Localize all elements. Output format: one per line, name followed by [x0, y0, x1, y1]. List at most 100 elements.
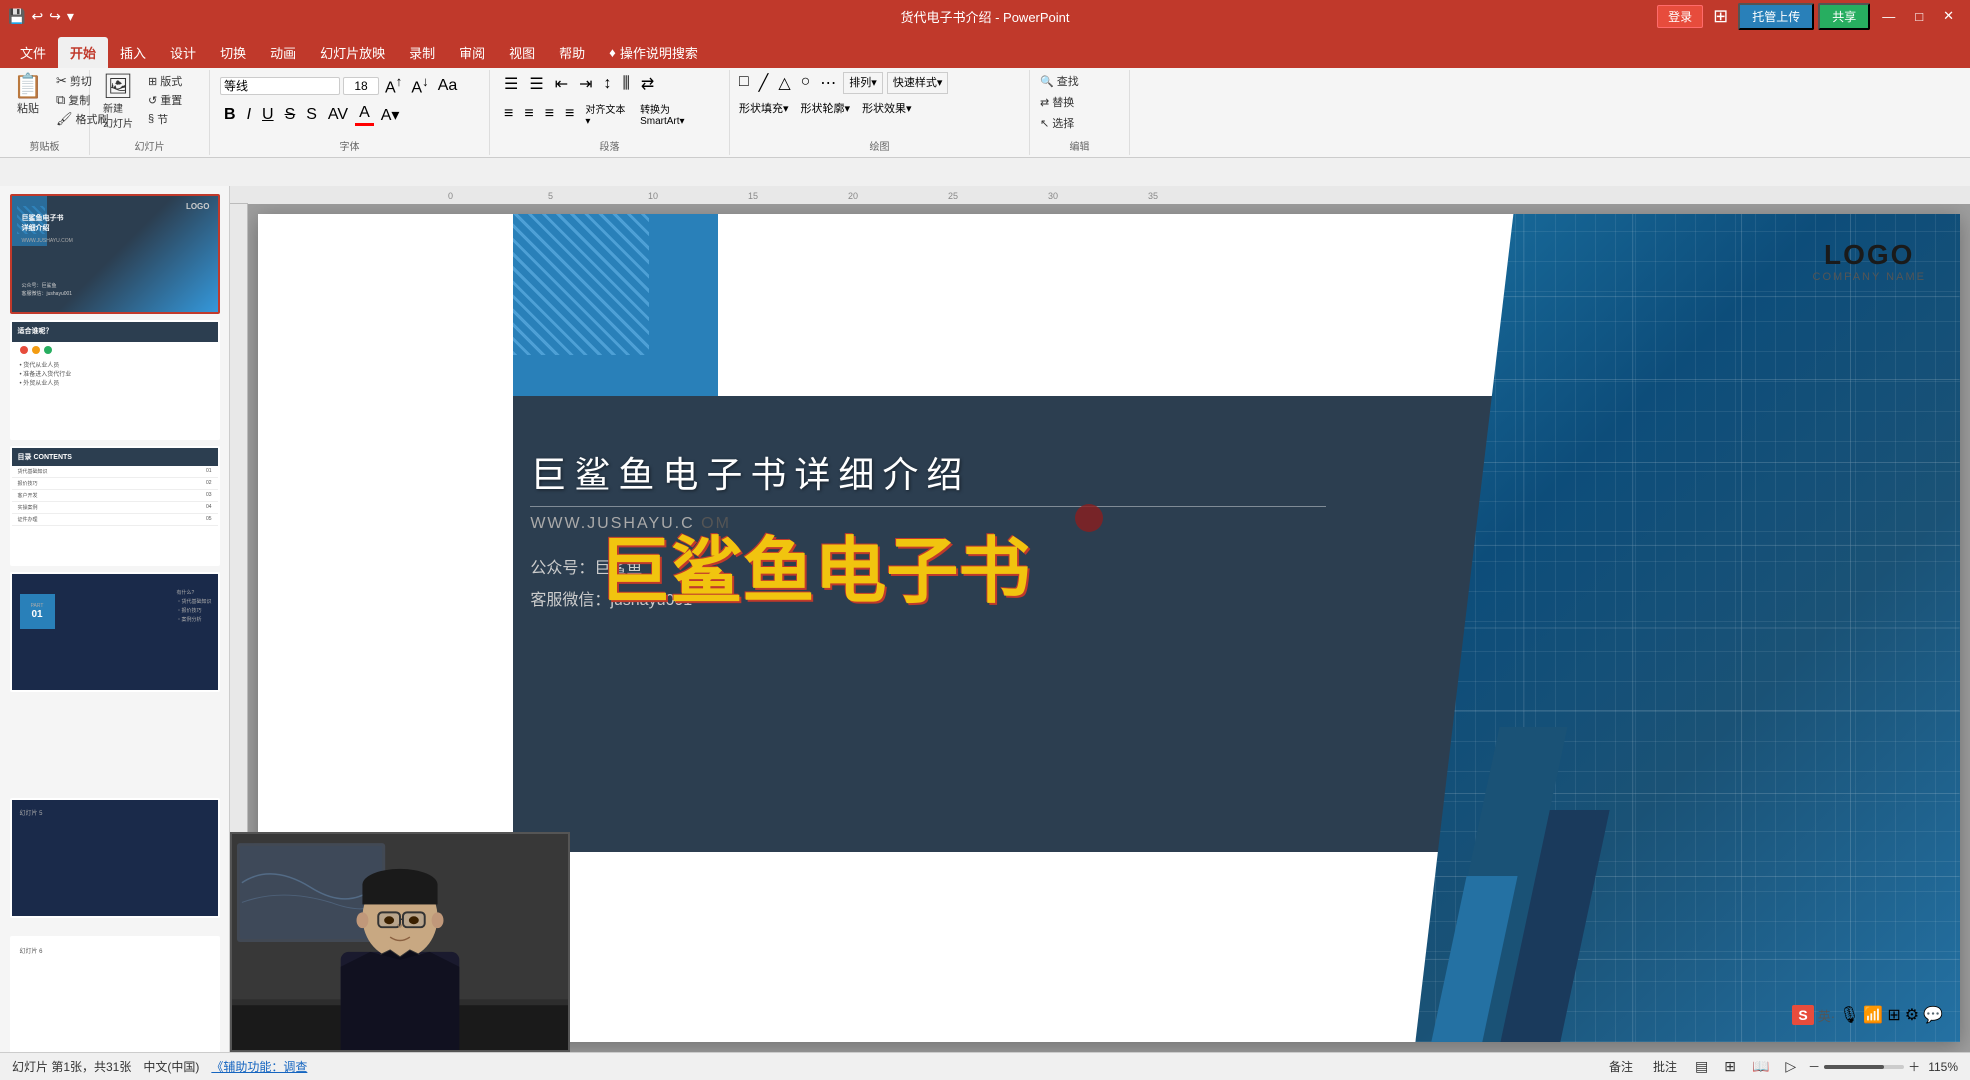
align-right-button[interactable]: ≡ — [541, 104, 558, 124]
copy-label: 复制 — [68, 92, 90, 108]
cursor-indicator — [1075, 504, 1103, 532]
save-icon[interactable]: 💾 — [8, 8, 25, 25]
tab-record[interactable]: 录制 — [397, 37, 447, 68]
svg-text:5: 5 — [548, 191, 553, 201]
undo-icon[interactable]: ↩ — [31, 8, 43, 25]
font-color-btn[interactable]: A — [355, 103, 374, 126]
highlight-btn[interactable]: A▾ — [377, 104, 404, 126]
maximize-button[interactable]: □ — [1907, 7, 1931, 26]
circle-shape[interactable]: ○ — [798, 72, 814, 94]
shapes-more[interactable]: ⋯ — [817, 72, 839, 94]
text-direction-button[interactable]: ⇄ — [637, 73, 658, 95]
numbering-button[interactable]: ☰ — [525, 73, 547, 95]
bullets-button[interactable]: ☰ — [500, 73, 522, 95]
slide-thumb-2[interactable]: 适合谁呢？ • 货代从业人员 • 准备进入货代行业 • 外贸从业人员 — [10, 320, 220, 440]
rect-shape[interactable]: □ — [736, 72, 752, 94]
minimize-button[interactable]: — — [1874, 7, 1903, 26]
align-left-button[interactable]: ≡ — [500, 104, 517, 124]
tab-file[interactable]: 文件 — [8, 37, 58, 68]
increase-font-button[interactable]: A↑ — [382, 73, 405, 98]
align-text-button[interactable]: 对齐文本▾ — [581, 100, 633, 128]
login-button[interactable]: 登录 — [1657, 5, 1703, 28]
shadow-button[interactable]: S — [302, 105, 321, 125]
redo-icon[interactable]: ↪ — [49, 8, 61, 25]
share-button[interactable]: 共享 — [1818, 3, 1870, 30]
upload-button[interactable]: 托管上传 — [1738, 3, 1814, 30]
decrease-font-button[interactable]: A↓ — [408, 73, 431, 98]
language-indicator: 英· — [1818, 1006, 1835, 1025]
triangle-shape[interactable]: △ — [775, 72, 793, 94]
new-slide-button[interactable]: 🖼 新建幻灯片 — [96, 72, 140, 132]
accessibility-status[interactable]: 《辅助功能：调查 — [211, 1058, 307, 1075]
strikethrough-button[interactable]: S — [281, 105, 300, 125]
tab-help[interactable]: 帮助 — [547, 37, 597, 68]
paste-button[interactable]: 📋 粘贴 — [6, 72, 50, 118]
layout-button[interactable]: ⊞ 版式 — [144, 72, 186, 90]
tab-slideshow[interactable]: 幻灯片放映 — [308, 37, 397, 68]
clear-format-button[interactable]: Aa — [435, 76, 461, 96]
tab-home[interactable]: 开始 — [58, 37, 108, 68]
arrange-button[interactable]: 排列▾ — [843, 72, 883, 94]
close-button[interactable]: ✕ — [1935, 6, 1962, 26]
tab-review[interactable]: 审阅 — [447, 37, 497, 68]
zoom-out-button[interactable]: － — [1808, 1058, 1820, 1075]
svg-text:20: 20 — [848, 191, 858, 201]
shape-outline-button[interactable]: 形状轮廓▾ — [798, 99, 854, 117]
chat-icon: 💬 — [1923, 1005, 1943, 1025]
indent-dec-button[interactable]: ⇤ — [551, 73, 572, 95]
line-shape[interactable]: ╱ — [756, 72, 772, 94]
comments-button[interactable]: 备注 — [1603, 1058, 1639, 1075]
main-title: 巨鲨鱼电子书详细介绍 — [530, 446, 1466, 498]
underline-button[interactable]: U — [258, 105, 278, 125]
slide-panel: 1 LOGO 巨鲨鱼电子书详细介绍 WWW.JUSHAYU.COM 公众号：巨鲨… — [0, 186, 230, 1052]
shape-effects-button[interactable]: 形状效果▾ — [859, 99, 915, 117]
bold-button[interactable]: B — [220, 105, 240, 125]
columns-button[interactable]: ⫼ — [619, 74, 634, 94]
indent-inc-button[interactable]: ⇥ — [575, 73, 596, 95]
spacing-button[interactable]: AV — [324, 105, 352, 125]
slides-label: 幻灯片 — [96, 136, 203, 153]
zoom-in-button[interactable]: ＋ — [1908, 1058, 1920, 1075]
main-area: 1 LOGO 巨鲨鱼电子书详细介绍 WWW.JUSHAYU.COM 公众号：巨鲨… — [0, 186, 1970, 1052]
font-size-input[interactable] — [343, 77, 379, 95]
language-status: 中文(中国) — [143, 1058, 199, 1075]
line-spacing-button[interactable]: ↕ — [600, 74, 616, 94]
slide-thumb-6[interactable]: 幻灯片 6 — [10, 936, 220, 1052]
customize-icon[interactable]: ▾ — [67, 8, 74, 25]
tab-view[interactable]: 视图 — [497, 37, 547, 68]
view-slideshow-button[interactable]: ▷ — [1781, 1058, 1800, 1075]
align-center-button[interactable]: ≡ — [520, 104, 537, 124]
svg-text:30: 30 — [1048, 191, 1058, 201]
font-name-input[interactable] — [220, 77, 340, 95]
shape-fill-button[interactable]: 形状填充▾ — [736, 99, 792, 117]
store-icon[interactable]: ⊞ — [1707, 6, 1734, 27]
slide-thumb-5[interactable]: 幻灯片 5 — [10, 798, 220, 918]
view-sorter-button[interactable]: ⊞ — [1720, 1058, 1740, 1075]
reset-button[interactable]: ↺ 重置 — [144, 91, 186, 109]
zoom-slider[interactable] — [1824, 1065, 1904, 1069]
quick-styles-button[interactable]: 快速样式▾ — [887, 72, 949, 94]
tab-insert[interactable]: 插入 — [108, 37, 158, 68]
tab-animations[interactable]: 动画 — [258, 37, 308, 68]
tab-transitions[interactable]: 切换 — [208, 37, 258, 68]
section-button[interactable]: § 节 — [144, 110, 186, 128]
replace-button[interactable]: ⇄ 替换 — [1036, 93, 1123, 111]
slide-thumb-3[interactable]: 目录 CONTENTS 货代基础知识01 报价技巧02 客户开发03 实操案例0… — [10, 446, 220, 566]
find-button[interactable]: 🔍 查找 — [1036, 72, 1123, 90]
view-normal-button[interactable]: ▤ — [1691, 1058, 1712, 1075]
webcam-video — [232, 834, 568, 1050]
zoom-level[interactable]: 115% — [1928, 1060, 1958, 1074]
smartart-button[interactable]: 转换为 SmartArt▾ — [636, 100, 719, 128]
canvas-area[interactable]: 0 5 10 15 20 25 30 35 — [230, 186, 1970, 1052]
view-reading-button[interactable]: 📖 — [1748, 1058, 1773, 1075]
slide-thumb-4[interactable]: PART 01 有什么? ・货代基础知识 ・报价技巧 ・案例分析 — [10, 572, 220, 692]
justify-button[interactable]: ≡ — [561, 104, 578, 124]
italic-button[interactable]: I — [243, 105, 255, 125]
logo-area: LOGO COMPANY NAME — [1813, 239, 1926, 283]
slide-thumb-1[interactable]: LOGO 巨鲨鱼电子书详细介绍 WWW.JUSHAYU.COM 公众号：巨鲨鱼客… — [10, 194, 220, 314]
select-button[interactable]: ↖ 选择 — [1036, 114, 1123, 132]
tab-search[interactable]: ♦ 操作说明搜索 — [597, 37, 710, 68]
zoom-control[interactable]: － ＋ 115% — [1808, 1058, 1958, 1075]
tab-design[interactable]: 设计 — [158, 37, 208, 68]
notes-button[interactable]: 批注 — [1647, 1058, 1683, 1075]
